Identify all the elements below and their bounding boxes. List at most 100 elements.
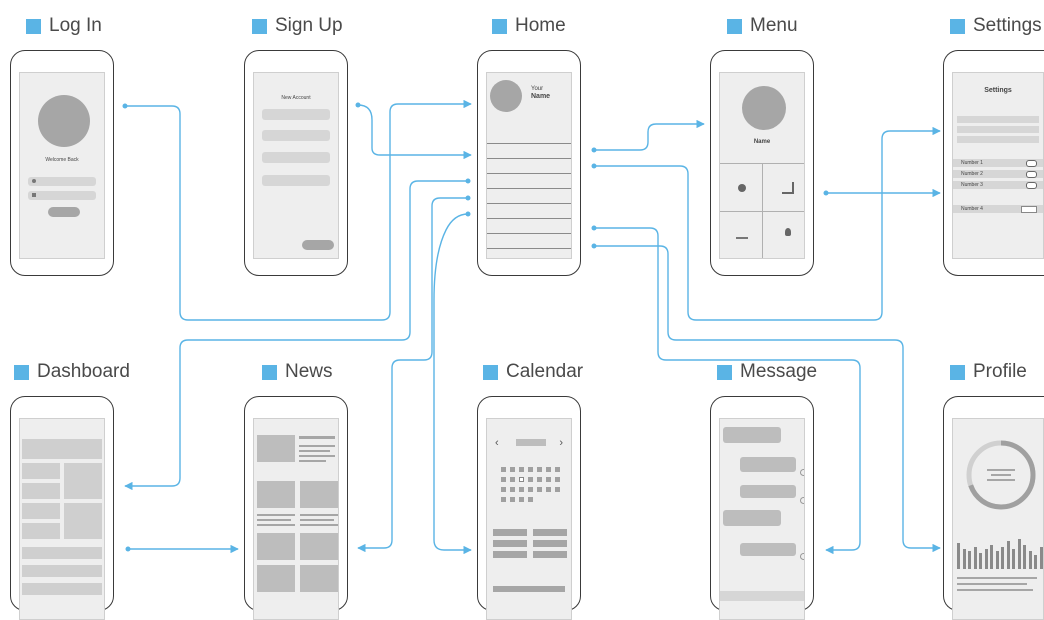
- event-block[interactable]: [533, 540, 567, 547]
- signup-field[interactable]: [262, 175, 330, 186]
- news-image[interactable]: [300, 533, 338, 560]
- calendar-day[interactable]: [519, 497, 524, 502]
- calendar-day[interactable]: [510, 467, 515, 472]
- settings-option-row[interactable]: Number 3: [953, 181, 1043, 189]
- read-indicator-icon: [800, 553, 804, 560]
- calendar-day[interactable]: [501, 487, 506, 492]
- news-image[interactable]: [257, 435, 295, 462]
- phone-menu[interactable]: Name: [710, 50, 814, 276]
- calendar-day[interactable]: [555, 477, 560, 482]
- calendar-day[interactable]: [528, 477, 533, 482]
- login-button[interactable]: [48, 207, 80, 217]
- phone-news[interactable]: [244, 396, 348, 620]
- settings-option-row[interactable]: Number 2: [953, 170, 1043, 178]
- calendar-day[interactable]: [546, 477, 551, 482]
- news-image[interactable]: [257, 533, 295, 560]
- password-field[interactable]: [28, 191, 96, 200]
- phone-message[interactable]: [710, 396, 814, 620]
- line-chart-icon[interactable]: [736, 230, 748, 239]
- phone-dashboard[interactable]: [10, 396, 114, 620]
- news-image[interactable]: [300, 565, 338, 592]
- screen-title-message: Message: [717, 360, 817, 384]
- event-block[interactable]: [533, 529, 567, 536]
- username-field[interactable]: [28, 177, 96, 186]
- phone-login[interactable]: Welcome Back: [10, 50, 114, 276]
- calendar-day[interactable]: [528, 467, 533, 472]
- calendar-day[interactable]: [501, 497, 506, 502]
- connector-dot: [591, 163, 597, 169]
- pie-chart-icon[interactable]: [738, 184, 746, 192]
- incoming-message[interactable]: [723, 427, 781, 443]
- calendar-day[interactable]: [519, 467, 524, 472]
- settings-row[interactable]: [957, 136, 1039, 143]
- news-image[interactable]: [257, 481, 295, 508]
- screen-marker-icon: [950, 18, 965, 34]
- prev-month-icon[interactable]: ‹: [495, 437, 499, 449]
- settings-row[interactable]: [957, 126, 1039, 133]
- bar-chart-icon[interactable]: [782, 182, 794, 194]
- phone-profile[interactable]: [943, 396, 1044, 620]
- calendar-day[interactable]: [546, 487, 551, 492]
- toggle-switch[interactable]: [1026, 160, 1037, 167]
- calendar-day[interactable]: [528, 497, 533, 502]
- toggle-switch[interactable]: [1026, 171, 1037, 178]
- phone-settings[interactable]: Settings Number 1 Number 2 Number 3 Numb…: [943, 50, 1044, 276]
- screen-title-text: Log In: [49, 15, 102, 36]
- calendar-day[interactable]: [501, 477, 506, 482]
- list-item[interactable]: [487, 143, 571, 158]
- outgoing-message[interactable]: [740, 457, 796, 472]
- calendar-day[interactable]: [555, 487, 560, 492]
- calendar-day[interactable]: [510, 487, 515, 492]
- toggle-switch[interactable]: [1026, 182, 1037, 189]
- phone-signup[interactable]: New Account: [244, 50, 348, 276]
- phone-home[interactable]: Your Name: [477, 50, 581, 276]
- event-block[interactable]: [493, 551, 527, 558]
- screen-title-text: Menu: [750, 15, 798, 36]
- news-image[interactable]: [257, 565, 295, 592]
- settings-option-row[interactable]: Number 4: [953, 205, 1043, 213]
- calendar-day[interactable]: [528, 487, 533, 492]
- list-item[interactable]: [487, 218, 571, 233]
- phone-calendar[interactable]: ‹ ›: [477, 396, 581, 620]
- news-image[interactable]: [300, 481, 338, 508]
- signup-field[interactable]: [262, 109, 330, 120]
- outgoing-message[interactable]: [740, 543, 796, 556]
- connector-dot: [125, 546, 131, 552]
- settings-row[interactable]: [957, 116, 1039, 123]
- calendar-day[interactable]: [510, 477, 515, 482]
- calendar-day[interactable]: [510, 497, 515, 502]
- calendar-day[interactable]: [519, 477, 524, 482]
- dashboard-block: [64, 503, 102, 539]
- event-block[interactable]: [493, 529, 527, 536]
- event-block[interactable]: [533, 551, 567, 558]
- progress-ring: [966, 440, 1036, 510]
- signup-button[interactable]: [302, 240, 334, 250]
- signup-field[interactable]: [262, 152, 330, 163]
- calendar-day[interactable]: [537, 467, 542, 472]
- list-item[interactable]: [487, 188, 571, 203]
- calendar-day[interactable]: [555, 467, 560, 472]
- news-text: [257, 514, 295, 516]
- list-item[interactable]: [487, 203, 571, 218]
- list-item[interactable]: [487, 158, 571, 173]
- incoming-message[interactable]: [723, 510, 781, 526]
- dashboard-block: [22, 565, 102, 577]
- screen-title-text: Calendar: [506, 361, 584, 382]
- calendar-day[interactable]: [537, 477, 542, 482]
- calendar-day[interactable]: [501, 467, 506, 472]
- event-block[interactable]: [493, 540, 527, 547]
- settings-option-row[interactable]: Number 1: [953, 159, 1043, 167]
- signup-field[interactable]: [262, 130, 330, 141]
- calendar-day[interactable]: [519, 487, 524, 492]
- message-input[interactable]: [720, 591, 804, 601]
- event-block[interactable]: [493, 586, 565, 592]
- outgoing-message[interactable]: [740, 485, 796, 498]
- calendar-day[interactable]: [546, 467, 551, 472]
- next-month-icon[interactable]: ›: [559, 437, 563, 449]
- lightbulb-icon[interactable]: [785, 228, 791, 236]
- list-item[interactable]: [487, 173, 571, 188]
- calendar-day[interactable]: [537, 487, 542, 492]
- news-text: [299, 455, 335, 457]
- list-item[interactable]: [487, 233, 571, 249]
- dropdown[interactable]: [1021, 206, 1037, 213]
